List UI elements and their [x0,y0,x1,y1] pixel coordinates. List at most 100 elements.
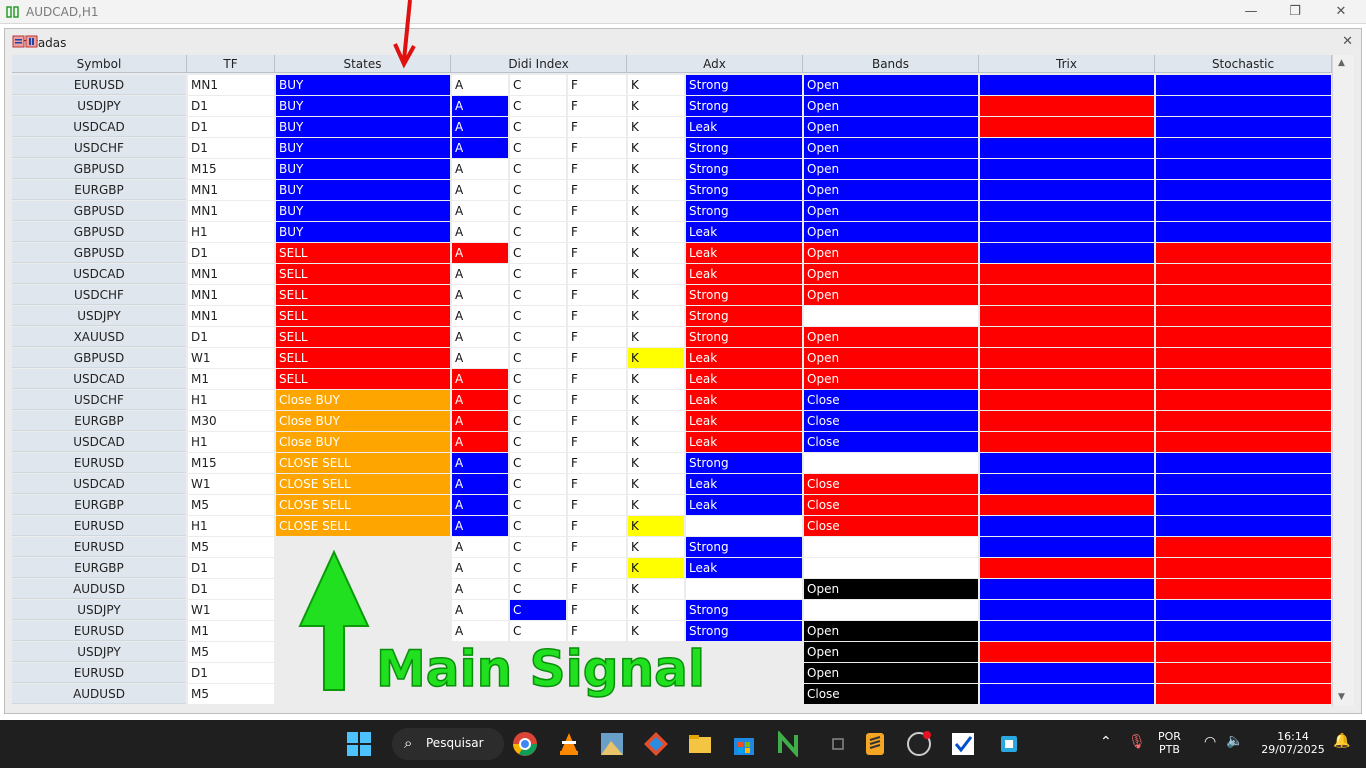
sublime-icon[interactable] [862,731,888,757]
vlc-icon[interactable] [556,731,582,757]
cell-symbol: EURGBP [12,558,186,578]
nodejs-icon[interactable] [775,731,801,757]
app-square-icon[interactable] [996,731,1022,757]
cell-symbol: USDCHF [12,285,186,305]
cell-bands: Open [804,285,978,305]
cell-didi-a: A [452,201,508,221]
minimize-button[interactable]: — [1228,2,1274,22]
cell-timeframe: D1 [188,138,274,158]
cell-stochastic [1156,369,1331,389]
search-label: Pesquisar [426,736,484,750]
column-header-adx[interactable]: Adx [627,55,803,73]
restore-button[interactable]: ❐ [1272,2,1318,22]
cell-symbol: USDJPY [12,306,186,326]
cell-adx: Strong [686,159,802,179]
column-header-tf[interactable]: TF [187,55,275,73]
notification-icon[interactable]: 🔔 [1333,733,1350,749]
cell-timeframe: MN1 [188,306,274,326]
cell-didi-c: C [510,138,566,158]
cell-symbol: EURGBP [12,180,186,200]
cell-state: SELL [276,243,450,263]
cell-didi-f: F [568,621,626,641]
cell-trix [980,579,1154,599]
cell-didi-a: A [452,159,508,179]
cell-didi-a: A [452,327,508,347]
cell-didi-c: C [510,180,566,200]
scroll-up-icon[interactable]: ▲ [1338,58,1345,68]
volume-icon[interactable]: 🔈 [1226,733,1243,749]
column-header-symbol[interactable]: Symbol [12,55,187,73]
cell-stochastic [1156,684,1331,704]
cell-didi-c: C [510,558,566,578]
column-header-bands[interactable]: Bands [803,55,979,73]
cell-didi-c: C [510,327,566,347]
cell-stochastic [1156,411,1331,431]
column-header-states[interactable]: States [275,55,451,73]
cell-trix [980,264,1154,284]
cell-adx-k: K [628,264,684,284]
scroll-down-icon[interactable]: ▼ [1338,692,1345,702]
cell-adx: Strong [686,96,802,116]
grid-scrollbar[interactable]: ▲ ▼ [1332,55,1354,706]
cell-didi-c: C [510,201,566,221]
cell-state: CLOSE SELL [276,453,450,473]
cell-didi-c: C [510,474,566,494]
cell-adx: Strong [686,621,802,641]
cell-trix [980,558,1154,578]
cell-adx: Strong [686,327,802,347]
panel-toolbar-icon[interactable] [12,35,52,49]
chrome-icon[interactable] [512,731,538,757]
cell-stochastic [1156,201,1331,221]
close-window-button[interactable]: ✕ [1318,2,1364,22]
cell-adx-k: K [628,348,684,368]
cell-didi-a: A [452,243,508,263]
clock[interactable]: 16:14 29/07/2025 [1258,730,1328,756]
obs-icon[interactable] [906,731,932,757]
cell-didi-c: C [510,285,566,305]
cell-bands: Open [804,201,978,221]
cell-trix [980,411,1154,431]
cell-didi-f: F [568,537,626,557]
cell-didi-a: A [452,537,508,557]
window-titlebar[interactable]: AUDCAD,H1 — ❐ ✕ [0,0,1366,24]
paint-icon[interactable] [599,731,625,757]
column-header-didi-index[interactable]: Didi Index [451,55,627,73]
git-icon[interactable] [643,731,669,757]
column-header-stochastic[interactable]: Stochastic [1155,55,1332,73]
cell-timeframe: MN1 [188,180,274,200]
cell-didi-a: A [452,369,508,389]
cell-symbol: GBPUSD [12,222,186,242]
cell-timeframe: D1 [188,663,274,683]
tray-chevron-icon[interactable]: ⌃ [1100,734,1112,750]
wifi-icon[interactable]: ◠ [1204,734,1216,750]
cell-bands [804,453,978,473]
cell-bands: Open [804,159,978,179]
cell-bands: Open [804,621,978,641]
app-icon[interactable] [825,731,851,757]
cell-adx-k: K [628,474,684,494]
cell-timeframe: M15 [188,453,274,473]
taskbar-search[interactable]: ⌕ Pesquisar [392,728,504,760]
cell-adx: Leak [686,474,802,494]
file-explorer-icon[interactable] [687,731,713,757]
windows-start-icon[interactable] [346,731,372,757]
language-indicator[interactable]: POR PTB [1158,730,1181,756]
cell-trix [980,117,1154,137]
cell-symbol: EURUSD [12,75,186,95]
red-arrow-annotation-icon [393,0,416,69]
store-icon[interactable] [731,731,757,757]
language-label: POR [1158,730,1181,743]
cell-stochastic [1156,621,1331,641]
cell-didi-f: F [568,222,626,242]
cell-bands: Open [804,117,978,137]
cell-trix [980,390,1154,410]
cell-didi-f: F [568,348,626,368]
panel-close-icon[interactable]: ✕ [1342,34,1353,49]
column-header-trix[interactable]: Trix [979,55,1155,73]
cell-didi-a: A [452,474,508,494]
vscode-check-icon[interactable] [950,731,976,757]
microphone-icon[interactable]: 🎙 [1128,734,1146,750]
cell-didi-f: F [568,369,626,389]
cell-bands [804,558,978,578]
cell-symbol: GBPUSD [12,159,186,179]
